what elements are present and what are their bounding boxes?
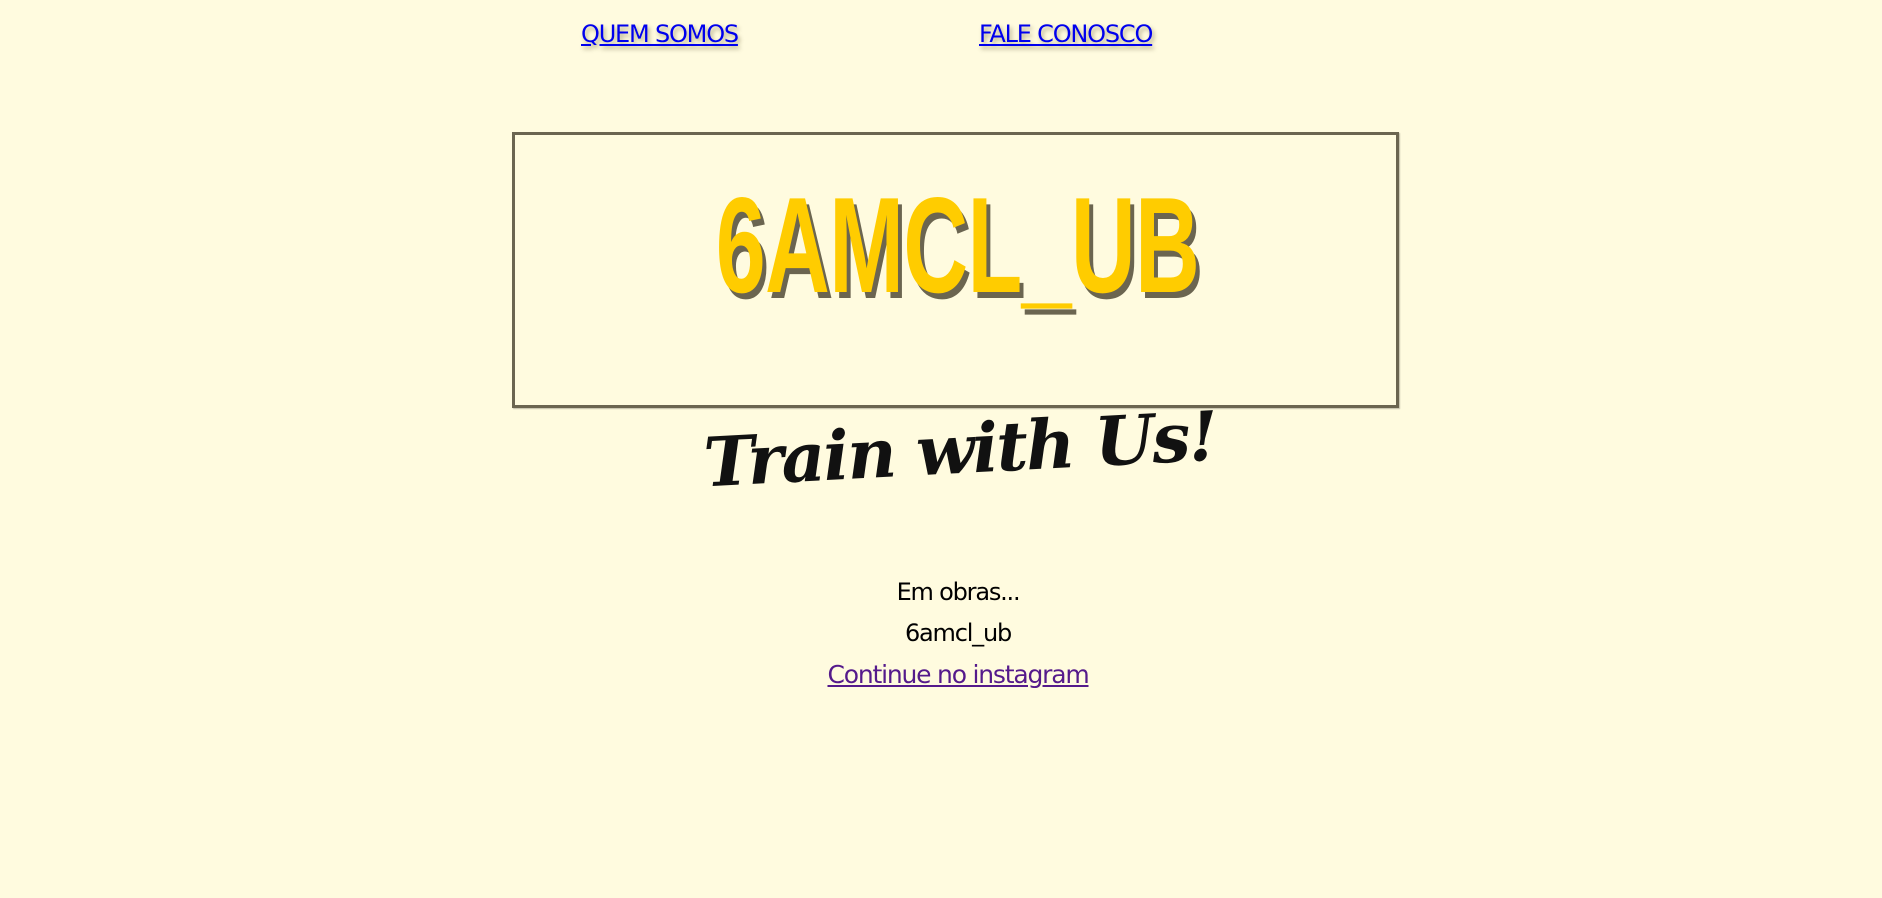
page: QUEM SOMOS FALE CONOSCO 6AMCL_UB Train w… xyxy=(0,0,1882,898)
logo: 6AMCL_UB xyxy=(510,130,1405,415)
instagram-link[interactable]: Continue no instagram xyxy=(827,660,1089,689)
status-text: Em obras... xyxy=(896,578,1021,606)
main-content: Em obras... 6amcl_ub Continue no instagr… xyxy=(0,572,1882,695)
logo-wordmark: 6AMCL_UB xyxy=(715,169,1200,321)
nav-link-fale-conosco[interactable]: FALE CONOSCO xyxy=(979,20,1153,48)
handle-text: 6amcl_ub xyxy=(904,619,1012,647)
nav-link-quem-somos[interactable]: QUEM SOMOS xyxy=(581,20,739,48)
